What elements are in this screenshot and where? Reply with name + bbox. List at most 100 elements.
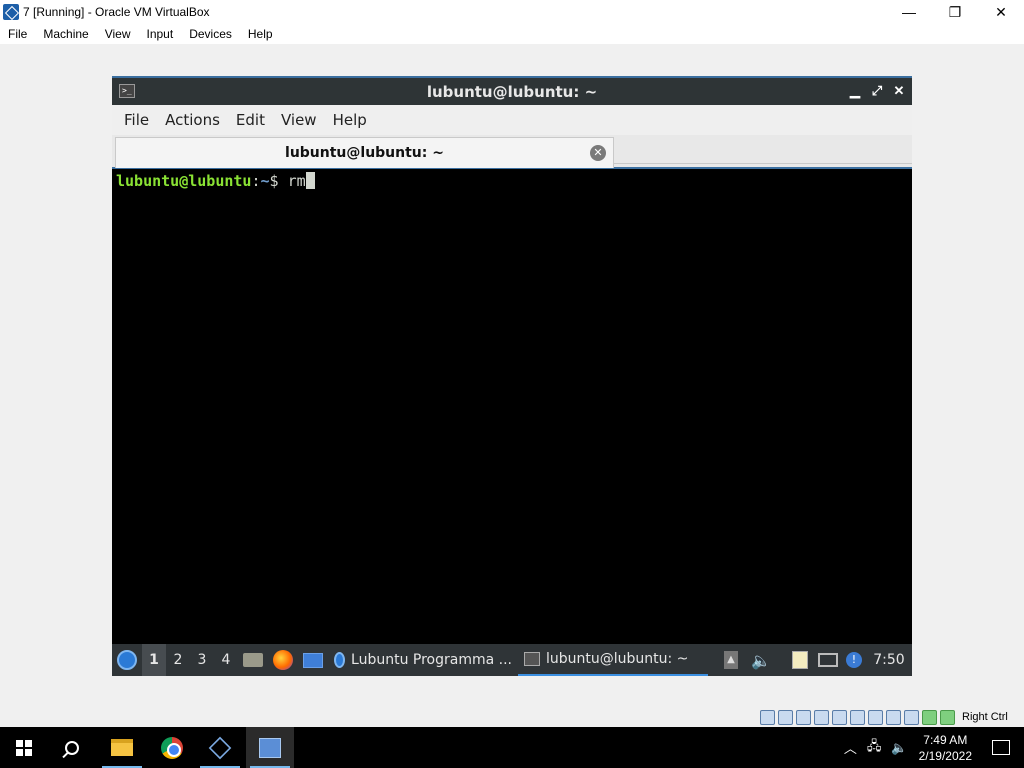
vm-window-button[interactable]: [246, 727, 294, 768]
recording-icon[interactable]: [886, 709, 901, 725]
network-button[interactable]: [814, 644, 842, 676]
volume-button[interactable]: 🔈: [746, 644, 776, 676]
terminal-tab[interactable]: lubuntu@lubuntu: ~ ✕: [115, 137, 614, 168]
chrome-icon: [161, 736, 183, 759]
close-button[interactable]: ✕: [978, 0, 1024, 24]
clipboard-button[interactable]: [786, 644, 814, 676]
workspace-1[interactable]: 1: [142, 644, 166, 676]
virtualbox-cube-icon: [208, 736, 232, 759]
search-button[interactable]: [48, 727, 96, 768]
terminal-menu-view[interactable]: View: [273, 111, 325, 129]
vm-window-icon: [259, 737, 281, 758]
terminal-menu-edit[interactable]: Edit: [228, 111, 273, 129]
notification-icon[interactable]: [992, 740, 1010, 755]
audio-icon[interactable]: [796, 709, 811, 725]
network-icon: [818, 653, 838, 667]
update-icon: !: [846, 652, 862, 668]
host-key-label: Right Ctrl: [962, 711, 1008, 723]
usb-icon[interactable]: [832, 709, 847, 725]
eject-icon: ▲: [724, 651, 738, 669]
display-icon[interactable]: [868, 709, 883, 725]
menu-file[interactable]: File: [0, 27, 35, 41]
show-desktop-button[interactable]: [298, 644, 328, 676]
start-button[interactable]: [0, 727, 48, 768]
file-manager-launcher[interactable]: [238, 644, 268, 676]
terminal-output[interactable]: lubuntu@lubuntu:~$ rm: [112, 169, 912, 644]
terminal-close-button[interactable]: ✕: [892, 83, 906, 99]
menu-devices[interactable]: Devices: [181, 27, 240, 41]
system-tray: ︿ 🖧 🔈 7:49 AM 2/19/2022: [839, 727, 1024, 768]
host-window-title: 7 [Running] - Oracle VM VirtualBox: [23, 5, 210, 19]
firefox-icon: [273, 650, 293, 670]
volume-icon: 🔈: [751, 650, 771, 670]
task-label: lubuntu@lubuntu: ~: [546, 651, 689, 667]
panel-clock[interactable]: 7:50: [866, 644, 912, 676]
system-clock[interactable]: 7:49 AM 2/19/2022: [919, 732, 972, 764]
lubuntu-logo-icon: [117, 650, 137, 670]
text-cursor: [305, 172, 315, 189]
task-lubuntu-programs[interactable]: Lubuntu Programma ...: [328, 644, 518, 676]
firefox-launcher[interactable]: [268, 644, 298, 676]
lubuntu-icon: [334, 652, 346, 668]
clock-time: 7:49 AM: [923, 732, 968, 747]
task-terminal[interactable]: lubuntu@lubuntu: ~: [518, 644, 708, 676]
terminal-tabbar: lubuntu@lubuntu: ~ ✕: [112, 135, 912, 169]
shared-folders-icon[interactable]: [850, 709, 865, 725]
chrome-button[interactable]: [148, 727, 196, 768]
prompt-user: lubuntu@lubuntu: [116, 172, 252, 190]
keyboard-capture-icon[interactable]: [940, 709, 955, 725]
tabbar-divider: [614, 163, 912, 164]
desktop-icon: [303, 652, 323, 668]
chevron-up-icon[interactable]: ︿: [844, 738, 857, 757]
terminal-menubar: File Actions Edit View Help: [112, 105, 912, 135]
workspace-4[interactable]: 4: [214, 644, 238, 676]
virtualbox-icon: [3, 4, 19, 20]
clock-date: 2/19/2022: [918, 748, 972, 763]
virtualbox-manager-button[interactable]: [196, 727, 244, 768]
terminal-maximize-button[interactable]: ⤢: [870, 83, 884, 99]
menu-help[interactable]: Help: [240, 27, 281, 41]
menu-input[interactable]: Input: [139, 27, 182, 41]
terminal-menu-help[interactable]: Help: [325, 111, 375, 129]
terminal-menu-actions[interactable]: Actions: [157, 111, 228, 129]
terminal-icon: >_: [119, 84, 135, 98]
typed-command: rm: [287, 172, 306, 190]
search-icon: [65, 740, 79, 755]
vbox-statusbar: Right Ctrl: [760, 707, 1024, 727]
clipboard-icon: [792, 651, 808, 669]
windows-logo-icon: [16, 739, 32, 756]
mouse-integration-icon[interactable]: [922, 709, 937, 725]
lubuntu-panel: 1 2 3 4 Lubuntu Programma ... lubuntu@lu…: [112, 644, 912, 676]
task-label: Lubuntu Programma ...: [351, 652, 512, 668]
maximize-button[interactable]: ❐: [932, 0, 978, 24]
prompt-path: ~: [260, 172, 270, 190]
optical-drive-icon[interactable]: [778, 709, 793, 725]
terminal-window-title: lubuntu@lubuntu: ~: [426, 82, 598, 101]
host-menubar: File Machine View Input Devices Help: [0, 24, 1024, 44]
terminal-icon: [524, 652, 540, 666]
tab-close-icon[interactable]: ✕: [590, 145, 606, 161]
menu-machine[interactable]: Machine: [35, 27, 96, 41]
prompt-separator: :: [251, 172, 261, 190]
terminal-menu-file[interactable]: File: [116, 111, 157, 129]
virtualization-icon[interactable]: [904, 709, 919, 725]
menu-view[interactable]: View: [97, 27, 139, 41]
speaker-icon[interactable]: 🔈: [891, 740, 907, 756]
terminal-minimize-button[interactable]: ▁: [848, 83, 862, 99]
guest-screen[interactable]: >_ lubuntu@lubuntu: ~ ▁ ⤢ ✕ File Actions…: [112, 76, 912, 676]
prompt-symbol: $: [269, 172, 288, 190]
workspace-3[interactable]: 3: [190, 644, 214, 676]
terminal-titlebar[interactable]: >_ lubuntu@lubuntu: ~ ▁ ⤢ ✕: [112, 76, 912, 105]
update-notifier[interactable]: !: [842, 644, 866, 676]
folder-icon: [243, 653, 263, 667]
file-explorer-button[interactable]: [98, 727, 146, 768]
lubuntu-menu-button[interactable]: [112, 644, 142, 676]
workspace-2[interactable]: 2: [166, 644, 190, 676]
host-titlebar: 7 [Running] - Oracle VM VirtualBox — ❐ ✕: [0, 0, 1024, 24]
network-tray-icon[interactable]: 🖧: [867, 737, 882, 759]
eject-button[interactable]: ▲: [716, 644, 746, 676]
terminal-tab-label: lubuntu@lubuntu: ~: [285, 145, 444, 161]
minimize-button[interactable]: —: [886, 0, 932, 24]
network-adapter-icon[interactable]: [814, 709, 829, 725]
hard-disk-icon[interactable]: [760, 709, 775, 725]
